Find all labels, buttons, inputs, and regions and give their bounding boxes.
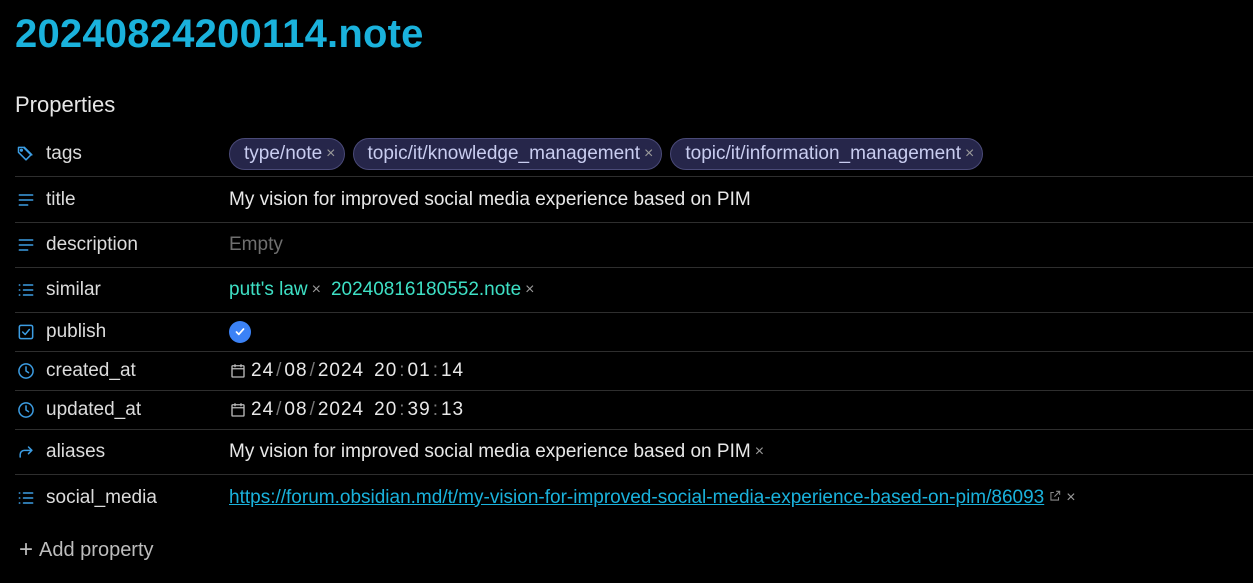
- property-key-label: created_at: [46, 360, 136, 381]
- date-day[interactable]: 24: [251, 360, 274, 382]
- date-day[interactable]: 24: [251, 399, 274, 421]
- property-key-tags[interactable]: tags: [15, 143, 229, 165]
- property-key-label: updated_at: [46, 399, 142, 420]
- internal-link[interactable]: 20240816180552.note: [331, 279, 521, 301]
- date-month[interactable]: 08: [284, 360, 307, 382]
- tag-label: topic/it/information_management: [685, 143, 962, 164]
- tags-icon: [15, 143, 37, 165]
- tag-pill[interactable]: topic/it/information_management ×: [670, 138, 984, 170]
- publish-checkbox[interactable]: [229, 321, 251, 343]
- property-key-label: social_media: [46, 486, 157, 508]
- tag-pill[interactable]: topic/it/knowledge_management ×: [352, 138, 663, 170]
- properties-list: tags type/note × topic/it/knowledge_manag…: [15, 132, 1253, 520]
- property-row-title: title My vision for improved social medi…: [15, 177, 1253, 223]
- property-key-title[interactable]: title: [15, 189, 229, 211]
- remove-item-icon[interactable]: ×: [1066, 489, 1075, 507]
- property-key-similar[interactable]: similar: [15, 279, 229, 301]
- property-value-aliases[interactable]: My vision for improved social media expe…: [229, 441, 764, 463]
- property-row-created-at: created_at 24/08/2024 20:01:14: [15, 352, 1253, 391]
- date-separator: /: [276, 360, 283, 381]
- property-key-label: aliases: [46, 441, 106, 462]
- property-value-created-at[interactable]: 24/08/2024 20:01:14: [229, 360, 464, 382]
- time-separator: :: [399, 360, 406, 381]
- property-key-description[interactable]: description: [15, 234, 229, 256]
- alias-item[interactable]: My vision for improved social media expe…: [229, 441, 751, 463]
- text-lines-icon: [15, 189, 37, 211]
- property-value-social-media[interactable]: https://forum.obsidian.md/t/my-vision-fo…: [229, 487, 1076, 509]
- property-key-aliases[interactable]: aliases: [15, 441, 229, 463]
- remove-tag-icon[interactable]: ×: [965, 145, 974, 163]
- time-second[interactable]: 14: [441, 360, 464, 382]
- property-row-description: description Empty: [15, 223, 1253, 268]
- property-row-updated-at: updated_at 24/08/2024 20:39:13: [15, 391, 1253, 430]
- property-key-label: publish: [46, 321, 107, 342]
- remove-item-icon[interactable]: ×: [755, 443, 764, 461]
- property-row-tags: tags type/note × topic/it/knowledge_manag…: [15, 132, 1253, 177]
- external-link-icon[interactable]: [1044, 487, 1062, 509]
- checkbox-icon: [15, 321, 37, 343]
- property-row-publish: publish: [15, 313, 1253, 352]
- property-key-created-at[interactable]: created_at: [15, 360, 229, 382]
- time-hour[interactable]: 20: [374, 399, 397, 421]
- property-key-updated-at[interactable]: updated_at: [15, 399, 229, 421]
- property-key-label: similar: [46, 279, 101, 300]
- time-minute[interactable]: 39: [408, 399, 431, 421]
- time-hour[interactable]: 20: [374, 360, 397, 382]
- tag-label: type/note: [244, 143, 323, 164]
- property-key-label: description: [46, 234, 138, 255]
- property-value-updated-at[interactable]: 24/08/2024 20:39:13: [229, 399, 464, 421]
- note-title[interactable]: 20240824200114.note: [15, 12, 424, 57]
- add-property-button[interactable]: + Add property: [19, 536, 154, 564]
- list-icon: [15, 487, 37, 509]
- property-key-social-media[interactable]: social_media: [15, 487, 229, 509]
- property-row-aliases: aliases My vision for improved social me…: [15, 430, 1253, 475]
- internal-link[interactable]: putt's law: [229, 279, 308, 301]
- remove-item-icon[interactable]: ×: [525, 281, 534, 299]
- time-separator: :: [432, 360, 439, 381]
- property-key-label: title: [46, 188, 76, 210]
- remove-item-icon[interactable]: ×: [312, 281, 321, 299]
- tag-label: topic/it/knowledge_management: [367, 143, 641, 164]
- calendar-icon[interactable]: [229, 362, 247, 380]
- property-value-publish: [229, 321, 251, 343]
- forward-arrow-icon: [15, 441, 37, 463]
- property-row-similar: similar putt's law × 20240816180552.note ×: [15, 268, 1253, 313]
- plus-icon: +: [19, 536, 34, 563]
- property-value-description[interactable]: Empty: [229, 234, 283, 256]
- date-month[interactable]: 08: [284, 399, 307, 421]
- property-key-label: tags: [46, 143, 82, 164]
- remove-tag-icon[interactable]: ×: [326, 145, 335, 163]
- time-second[interactable]: 13: [441, 399, 464, 421]
- date-separator: /: [309, 360, 316, 381]
- date-separator: /: [309, 399, 316, 420]
- add-property-label: Add property: [39, 538, 154, 561]
- clock-icon: [15, 360, 37, 382]
- remove-tag-icon[interactable]: ×: [644, 145, 653, 163]
- clock-icon: [15, 399, 37, 421]
- text-lines-icon: [15, 234, 37, 256]
- calendar-icon[interactable]: [229, 401, 247, 419]
- external-link[interactable]: https://forum.obsidian.md/t/my-vision-fo…: [229, 487, 1044, 509]
- time-separator: :: [399, 399, 406, 420]
- property-value-similar[interactable]: putt's law × 20240816180552.note ×: [229, 279, 535, 301]
- tag-pill[interactable]: type/note ×: [229, 138, 345, 170]
- list-icon: [15, 279, 37, 301]
- property-value-title[interactable]: My vision for improved social media expe…: [229, 189, 751, 211]
- property-row-social-media: social_media https://forum.obsidian.md/t…: [15, 475, 1253, 520]
- time-separator: :: [432, 399, 439, 420]
- property-key-publish[interactable]: publish: [15, 321, 229, 343]
- properties-heading[interactable]: Properties: [15, 92, 115, 118]
- date-year[interactable]: 2024: [318, 399, 364, 421]
- time-minute[interactable]: 01: [408, 360, 431, 382]
- date-year[interactable]: 2024: [318, 360, 364, 382]
- date-separator: /: [276, 399, 283, 420]
- property-value-tags[interactable]: type/note × topic/it/knowledge_management…: [229, 138, 991, 170]
